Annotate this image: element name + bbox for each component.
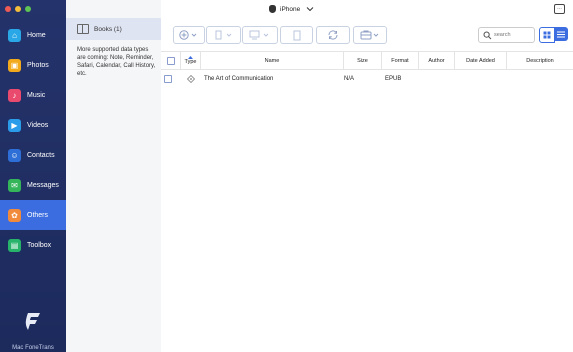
videos-icon: ▶ — [8, 118, 21, 132]
sidebar-item-photos[interactable]: ▣ Photos — [0, 50, 66, 80]
refresh-icon — [328, 30, 338, 40]
table-header: Type Name Size Format Author Date Added … — [161, 51, 573, 70]
column-size[interactable]: Size — [344, 52, 382, 69]
book-type-icon — [187, 75, 195, 83]
sidebar-item-label: Photos — [27, 61, 49, 69]
device-selector[interactable]: iPhone — [269, 5, 314, 13]
column-date-added-label: Date Added — [466, 57, 495, 64]
export-to-pc-icon — [215, 30, 231, 40]
column-description[interactable]: Description — [507, 52, 573, 69]
message-icon[interactable]: … — [554, 4, 565, 14]
add-icon — [179, 30, 197, 40]
category-books-label: Books (1) — [94, 25, 122, 33]
title-bar: iPhone … — [161, 0, 573, 18]
column-format-label: Format — [391, 57, 409, 64]
maximize-window-button[interactable] — [25, 6, 31, 12]
apple-icon — [269, 5, 276, 13]
sidebar-item-label: Music — [27, 91, 46, 99]
row-type-cell — [187, 70, 195, 88]
row-name: The Art of Communication — [204, 76, 274, 82]
music-icon: ♪ — [8, 88, 21, 102]
search-input[interactable] — [494, 32, 530, 38]
row-checkbox-cell — [164, 70, 172, 88]
table-row[interactable]: The Art of Communication N/A EPUB — [161, 70, 573, 88]
sidebar-item-others[interactable]: ✿ Others — [0, 200, 66, 230]
home-icon: ⌂ — [8, 28, 21, 42]
contacts-icon: ☺ — [8, 148, 21, 162]
list-view-icon — [557, 31, 565, 37]
category-books[interactable]: Books (1) — [66, 18, 161, 40]
delete-icon — [293, 30, 300, 40]
toolbar — [161, 22, 573, 46]
sidebar-item-toolbox[interactable]: ▤ Toolbox — [0, 230, 66, 260]
column-size-label: Size — [357, 57, 368, 64]
row-size: N/A — [344, 76, 355, 82]
column-description-label: Description — [526, 57, 554, 64]
supported-types-note: More supported data types are coming: No… — [77, 47, 156, 77]
sidebar-item-label: Home — [27, 31, 46, 39]
select-all-checkbox[interactable] — [166, 56, 175, 65]
column-format[interactable]: Format — [382, 52, 419, 69]
others-icon: ✿ — [8, 208, 21, 222]
chevron-down-icon — [306, 7, 314, 11]
sidebar-item-videos[interactable]: ▶ Videos — [0, 110, 66, 140]
column-type[interactable]: Type — [181, 52, 201, 69]
window-controls — [5, 6, 31, 12]
grid-view-button[interactable] — [539, 27, 555, 43]
column-date-added[interactable]: Date Added — [455, 52, 507, 69]
sidebar-item-contacts[interactable]: ☺ Contacts — [0, 140, 66, 170]
select-all-cell — [161, 52, 181, 69]
sidebar-item-messages[interactable]: ✉ Messages — [0, 170, 66, 200]
sidebar-item-label: Others — [27, 211, 49, 219]
delete-button[interactable] — [280, 26, 313, 44]
sidebar-nav: ⌂ Home ▣ Photos ♪ Music ▶ Videos ☺ Contacts ✉ Messa… — [0, 20, 66, 260]
category-panel: Books (1) More supported data types are … — [66, 0, 161, 352]
fonetrans-logo-icon — [25, 313, 40, 330]
column-name[interactable]: Name — [201, 52, 344, 69]
messages-icon: ✉ — [8, 178, 21, 192]
column-author[interactable]: Author — [419, 52, 455, 69]
minimize-window-button[interactable] — [15, 6, 21, 12]
toolbox-button[interactable] — [353, 26, 387, 44]
export-to-device-icon — [249, 30, 269, 40]
sidebar: ⌂ Home ▣ Photos ♪ Music ▶ Videos ☺ Contacts ✉ Messa… — [0, 0, 66, 352]
photos-icon: ▣ — [8, 58, 21, 72]
sidebar-item-label: Videos — [27, 121, 49, 129]
export-to-pc-button[interactable] — [206, 26, 241, 44]
column-author-label: Author — [428, 57, 445, 64]
sidebar-item-label: Messages — [27, 181, 59, 189]
row-format: EPUB — [385, 76, 402, 82]
column-type-label: Type — [184, 59, 197, 65]
sidebar-item-home[interactable]: ⌂ Home — [0, 20, 66, 50]
toolbox-icon — [360, 30, 379, 40]
search-icon — [483, 31, 492, 39]
column-name-label: Name — [264, 57, 280, 64]
add-button[interactable] — [173, 26, 205, 44]
device-name: iPhone — [280, 5, 301, 13]
grid-view-icon — [543, 31, 551, 39]
sidebar-item-label: Toolbox — [27, 241, 52, 249]
export-to-device-button[interactable] — [242, 26, 278, 44]
refresh-button[interactable] — [316, 26, 350, 44]
close-window-button[interactable] — [5, 6, 11, 12]
list-view-button[interactable] — [554, 27, 568, 41]
brand-name: Mac FoneTrans — [12, 345, 54, 351]
toolbox-icon: ▤ — [8, 238, 21, 252]
row-checkbox[interactable] — [164, 75, 172, 83]
sidebar-item-label: Contacts — [27, 151, 55, 159]
book-icon — [77, 24, 89, 34]
search-box[interactable] — [478, 27, 535, 43]
sidebar-item-music[interactable]: ♪ Music — [0, 80, 66, 110]
